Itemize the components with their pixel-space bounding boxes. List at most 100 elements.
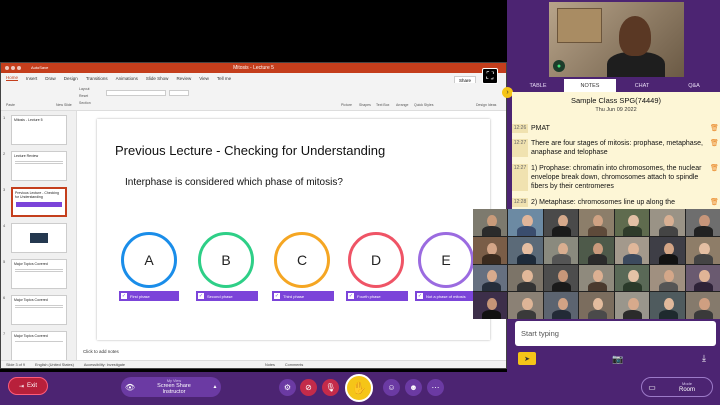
status-comments[interactable]: Comments <box>285 363 303 367</box>
raise-hand-icon[interactable]: ✋ <box>345 374 373 402</box>
participant-tile[interactable] <box>473 236 508 264</box>
tab-qa[interactable]: Q&A <box>668 79 720 92</box>
participant-tile[interactable] <box>579 236 614 264</box>
more-icon[interactable]: ⋯ <box>427 379 444 396</box>
option-d-checkbox[interactable]: ✓ Fourth phase <box>346 291 408 301</box>
slide-thumbnail-3[interactable]: Previous Lecture - Checking for Understa… <box>11 187 67 217</box>
ribbon-text-box[interactable]: Text Box <box>376 103 389 107</box>
note-item[interactable]: 12:26 PMAT 🗑 <box>512 124 720 133</box>
participant-tile[interactable] <box>650 209 685 236</box>
menu-home[interactable]: Home <box>6 75 19 81</box>
status-accessibility[interactable]: Accessibility: Investigate <box>84 363 125 367</box>
slide-thumbnail-2[interactable]: Lecture Review <box>11 151 67 181</box>
fullscreen-icon[interactable]: ⛶ <box>482 68 498 84</box>
slide-thumbnail-5[interactable]: Major Topics Covered <box>11 259 67 289</box>
participant-tile[interactable] <box>543 236 579 264</box>
download-icon[interactable]: ⤓ <box>702 353 706 364</box>
ribbon-layout[interactable]: Layout <box>79 87 90 91</box>
participant-tile[interactable] <box>508 236 543 264</box>
autosave-label[interactable]: AutoSave <box>31 65 48 70</box>
participant-tile[interactable] <box>473 209 508 236</box>
ribbon-paste[interactable]: Paste <box>6 103 15 107</box>
participant-tile[interactable] <box>543 209 579 236</box>
slide-number: 5 <box>3 259 6 264</box>
slide-thumbnail-6[interactable]: Major Topics Covered <box>11 295 67 325</box>
participant-tile[interactable] <box>543 264 579 292</box>
slide-thumbnail-7[interactable]: Major Topics Covered <box>11 331 67 361</box>
participant-tile[interactable] <box>614 292 650 319</box>
participant-tile[interactable] <box>579 209 614 236</box>
font-name-box[interactable] <box>106 90 166 96</box>
participant-tile[interactable] <box>614 209 650 236</box>
option-b-checkbox[interactable]: ✓ Second phase <box>196 291 258 301</box>
slide-thumbnail-4[interactable] <box>11 223 67 253</box>
participant-tile[interactable] <box>614 236 650 264</box>
menu-animations[interactable]: Animations <box>116 76 138 81</box>
emoji-icon[interactable]: ☻ <box>405 379 422 396</box>
menu-draw[interactable]: Draw <box>45 76 56 81</box>
option-a-checkbox[interactable]: ✓ First phase <box>119 291 179 301</box>
participant-tile[interactable] <box>685 292 720 319</box>
participant-tile[interactable] <box>543 292 579 319</box>
participant-tile[interactable] <box>473 264 508 292</box>
status-language[interactable]: English (United States) <box>35 363 74 367</box>
tab-table[interactable]: TABLE <box>512 79 564 92</box>
send-icon[interactable]: ➤ <box>518 352 536 365</box>
ribbon-new-slide[interactable]: New Slide <box>56 103 72 107</box>
participant-tile[interactable] <box>650 264 685 292</box>
tab-notes[interactable]: NOTES <box>564 79 616 92</box>
participant-tile[interactable] <box>650 236 685 264</box>
ribbon-reset[interactable]: Reset <box>79 94 88 98</box>
ribbon-shapes[interactable]: Shapes <box>359 103 371 107</box>
trash-icon[interactable]: 🗑 <box>710 164 720 191</box>
option-e-checkbox[interactable]: ✓ Not a phase of mitosis <box>415 291 475 301</box>
ribbon-section[interactable]: Section <box>79 101 91 105</box>
mic-off-icon[interactable]: 🎙 <box>322 379 339 396</box>
camera-off-icon[interactable]: ⊘ <box>300 379 317 396</box>
participant-tile[interactable] <box>508 264 543 292</box>
settings-icon[interactable]: ⚙ <box>279 379 296 396</box>
menu-tell-me[interactable]: Tell me <box>217 76 231 81</box>
menu-design[interactable]: Design <box>64 76 78 81</box>
participant-tile[interactable] <box>579 292 614 319</box>
mode-selector[interactable]: ▭ Mode Room <box>641 377 713 397</box>
menu-review[interactable]: Review <box>176 76 191 81</box>
participant-tile[interactable] <box>614 264 650 292</box>
ribbon-quick-styles[interactable]: Quick Styles <box>414 103 433 107</box>
note-input[interactable]: Start typing <box>515 321 716 346</box>
exit-button[interactable]: ⇥ Exit <box>8 377 48 395</box>
slide-canvas[interactable]: Previous Lecture - Checking for Understa… <box>97 119 490 340</box>
participant-tile[interactable] <box>685 264 720 292</box>
note-item[interactable]: 12:27 There are four stages of mitosis: … <box>512 139 720 157</box>
ribbon-arrange[interactable]: Arrange <box>396 103 408 107</box>
menu-view[interactable]: View <box>199 76 209 81</box>
instructor-video[interactable]: ● <box>549 2 684 77</box>
slide-notes-placeholder[interactable]: Click to add notes <box>83 349 119 354</box>
menu-insert[interactable]: Insert <box>26 76 37 81</box>
trash-icon[interactable]: 🗑 <box>710 124 720 133</box>
font-size-box[interactable] <box>169 90 189 96</box>
participant-tile[interactable] <box>685 209 720 236</box>
participant-tile[interactable] <box>508 292 543 319</box>
note-item[interactable]: 12:27 1) Prophase: chromatin into chromo… <box>512 164 720 191</box>
participant-tile[interactable] <box>685 236 720 264</box>
option-c-checkbox[interactable]: ✓ Third phase <box>272 291 334 301</box>
tab-chat[interactable]: CHAT <box>616 79 668 92</box>
participant-tile[interactable] <box>473 292 508 319</box>
my-view-selector[interactable]: 👁 My View Screen Share Instructor ▲ <box>121 377 221 397</box>
trash-icon[interactable]: 🗑 <box>710 139 720 157</box>
ribbon-picture[interactable]: Picture <box>341 103 352 107</box>
note-item[interactable]: 12:28 2) Metaphase: chromosomes line up … <box>512 198 720 207</box>
ribbon-design-ideas[interactable]: Design Ideas <box>476 103 496 107</box>
menu-slide-show[interactable]: Slide Show <box>146 76 169 81</box>
trash-icon[interactable]: 🗑 <box>710 198 720 207</box>
slide-thumbnail-1[interactable]: Mitosis - Lecture 5 <box>11 115 67 145</box>
participant-tile[interactable] <box>508 209 543 236</box>
camera-icon[interactable]: 📷 <box>612 354 623 365</box>
participant-tile[interactable] <box>650 292 685 319</box>
reactions-icon[interactable]: ☺ <box>383 379 400 396</box>
participant-tile[interactable] <box>579 264 614 292</box>
menu-transitions[interactable]: Transitions <box>86 76 108 81</box>
window-controls[interactable] <box>5 66 21 70</box>
status-notes[interactable]: Notes <box>265 363 275 367</box>
